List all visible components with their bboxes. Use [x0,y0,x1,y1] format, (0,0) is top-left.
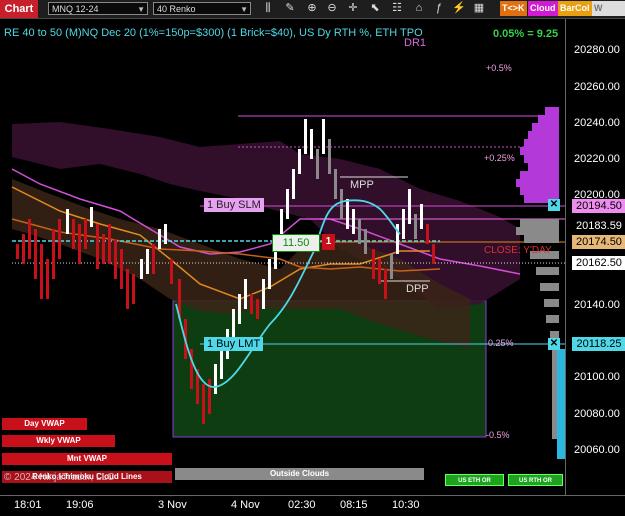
time-tick: 4 Nov [231,499,260,511]
close-yday-label: CLOSE: Y'DAY [484,245,552,256]
vwap-button[interactable]: W VWAP [592,1,625,28]
price-tick: 20100.00 [574,371,620,383]
wkly-vwap-button[interactable]: Wkly VWAP [2,435,115,447]
bar-type-value: 40 Renko [157,4,196,14]
chart-panel[interactable]: RE 40 to 50 (M)NQ Dec 20 (1%=150p=$300) … [0,19,565,495]
price-tick: 20220.00 [574,153,620,165]
time-tick: 02:30 [288,499,316,511]
us-eth-or-button[interactable]: US ETH OR [445,474,504,486]
instrument-value: MNQ 12-24 [52,4,99,14]
dpp-label: DPP [406,283,429,295]
price-tick: 20240.00 [574,117,620,129]
price-tick: 20080.00 [574,408,620,420]
order-pnl-box[interactable]: 11.50 [272,234,320,252]
volume-profile [516,107,559,203]
order-qty-box[interactable]: 1 [322,234,335,250]
strategies-icon[interactable]: ⌂ [412,1,426,16]
bar-style-icon[interactable]: ⫼ [261,1,275,16]
barcol-button[interactable]: BarCol [558,1,592,16]
zoom-in-icon[interactable]: ⊕ [305,1,319,16]
price-tick: 20260.00 [574,81,620,93]
mnt-vwap-button[interactable]: Mnt VWAP [2,453,172,465]
mpp-label: MPP [350,179,374,191]
zoom-out-icon[interactable]: ⊖ [325,1,339,16]
close-x-icon[interactable]: ✕ [548,199,560,211]
chevron-down-icon: ▼ [137,5,145,14]
instrument-selector[interactable]: MNQ 12-24 ▼ [48,2,148,15]
chart-menu-button[interactable]: Chart [0,0,38,18]
buy-slm-order[interactable]: 1 Buy SLM [204,198,264,212]
plus-half-label: +0.5% [486,63,512,73]
minus-half-label: -0.5% [486,430,510,440]
buy-lmt-order[interactable]: 1 Buy LMT [204,337,264,351]
time-tick: 19:06 [66,499,94,511]
time-tick: 3 Nov [158,499,187,511]
price-flag-close: 20174.50 [572,235,625,249]
price-flag-buy-slm: 20194.50 [572,199,625,213]
copyright-label: © 2024 NinjaTrader, LLC [4,472,115,483]
chart-trader-icon[interactable]: ▦ [472,1,486,16]
outside-clouds-bar[interactable]: Outside Clouds [175,468,424,480]
time-tick: 08:15 [340,499,368,511]
price-axis[interactable]: 20280.00 20260.00 20240.00 20220.00 2020… [565,19,625,495]
daily-change: 0.05% = 9.25 [493,28,559,40]
us-rth-or-button[interactable]: US RTH OR [508,474,563,486]
bar-type-selector[interactable]: 40 Renko ▼ [153,2,251,15]
price-tick: 20280.00 [574,44,620,56]
pencil-icon[interactable]: ✎ [283,1,297,16]
price-flag: 20183.59 [572,219,625,233]
time-tick: 18:01 [14,499,42,511]
lightning-icon[interactable]: ⚡ [452,1,466,16]
price-tick: 20060.00 [574,444,620,456]
price-flag-last: 20162.50 [572,256,625,270]
tk-button[interactable]: T<>K [500,1,527,16]
crosshair-icon[interactable]: ✛ [346,1,360,16]
chart-title: RE 40 to 50 (M)NQ Dec 20 (1%=150p=$300) … [4,27,423,39]
pointer-icon[interactable]: ⬉ [368,1,382,16]
close-x-icon[interactable]: ✕ [548,338,560,350]
indicators-icon[interactable]: ƒ [432,1,446,16]
time-axis[interactable]: 18:01 19:06 3 Nov 4 Nov 02:30 08:15 10:3… [0,495,625,516]
chevron-down-icon: ▼ [240,5,248,14]
dr1-label: DR1 [404,37,427,49]
minus-quarter-label: 0.25% [488,338,514,348]
volume-profile-blue [557,349,565,459]
time-tick: 10:30 [392,499,420,511]
toolbar: Chart MNQ 12-24 ▼ 40 Renko ▼ ⫼ ✎ ⊕ ⊖ ✛ ⬉… [0,0,625,28]
day-vwap-button[interactable]: Day VWAP [2,418,87,430]
plus-quarter-label: +0.25% [484,153,515,163]
properties-icon[interactable]: ☷ [390,1,404,16]
price-flag-buy-lmt: 20118.25 [572,337,625,351]
price-tick: 20140.00 [574,299,620,311]
cloud-button[interactable]: Cloud [528,1,558,16]
